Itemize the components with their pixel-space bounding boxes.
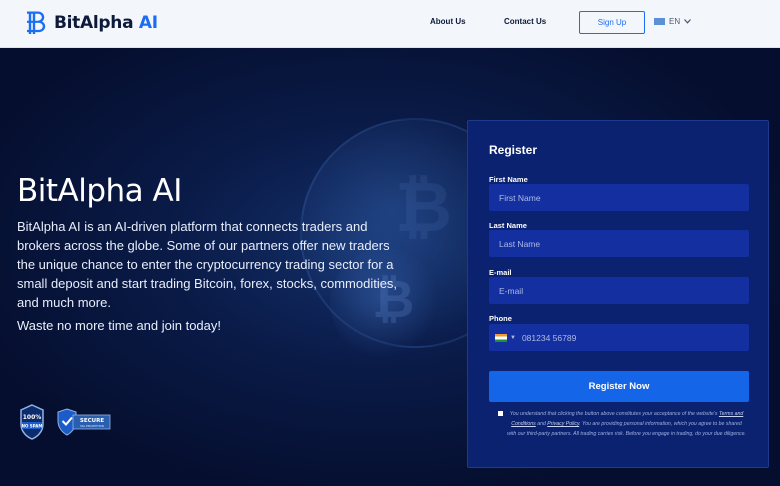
consent-checkbox[interactable] (498, 411, 503, 416)
bitalpha-logo-icon (27, 11, 46, 34)
chevron-down-icon (684, 19, 692, 24)
secure-ssl-badge-icon: SECURE SSL ENCRYPTION (57, 408, 111, 436)
hero-cta-text: Waste no more time and join today! (17, 318, 222, 333)
site-header: BitAlpha AI About Us Contact Us Sign Up … (0, 0, 780, 48)
logo-text: BitAlpha AI (54, 13, 158, 33)
trust-badges: 100% NO SPAM SECURE SSL ENCRYPTION (19, 404, 111, 440)
phone-field: ▼ (489, 324, 749, 351)
no-spam-badge-icon: 100% NO SPAM (20, 404, 44, 440)
country-caret-icon[interactable]: ▼ (510, 335, 516, 341)
language-code: EN (669, 17, 681, 26)
form-title: Register (489, 143, 538, 157)
last-name-input[interactable] (489, 230, 749, 257)
secure-badge-bottom: SSL ENCRYPTION (80, 424, 104, 428)
language-flag-icon (654, 18, 665, 25)
logo[interactable]: BitAlpha AI (24, 10, 158, 36)
sign-up-button[interactable]: Sign Up (579, 11, 645, 34)
consent-text: You understand that clicking the button … (507, 411, 746, 437)
first-name-input[interactable] (489, 184, 749, 211)
phone-input[interactable] (521, 332, 722, 343)
hero-title: BitAlpha AI (17, 173, 182, 209)
india-flag-icon[interactable] (495, 333, 507, 342)
phone-label: Phone (489, 314, 512, 323)
register-now-button[interactable]: Register Now (489, 371, 749, 402)
email-input[interactable] (489, 277, 749, 304)
logo-accent: AI (138, 13, 158, 33)
first-name-label: First Name (489, 175, 528, 184)
email-label: E-mail (489, 268, 512, 277)
nav-about-us[interactable]: About Us (430, 17, 466, 26)
no-spam-badge-bottom: NO SPAM (22, 424, 43, 429)
nav-contact-us[interactable]: Contact Us (504, 17, 546, 26)
last-name-label: Last Name (489, 221, 527, 230)
hero-section: ₿ ₿ BitAlpha AI BitAlpha AI is an AI-dri… (0, 48, 780, 486)
hero-description: BitAlpha AI is an AI-driven platform tha… (17, 219, 398, 310)
register-form: Register First Name Last Name E-mail Pho… (467, 120, 769, 468)
language-selector[interactable]: EN (654, 17, 692, 26)
no-spam-badge-top: 100% (23, 414, 42, 421)
privacy-link[interactable]: Privacy Policy (547, 421, 579, 427)
consent-notice: You understand that clicking the button … (498, 409, 746, 439)
